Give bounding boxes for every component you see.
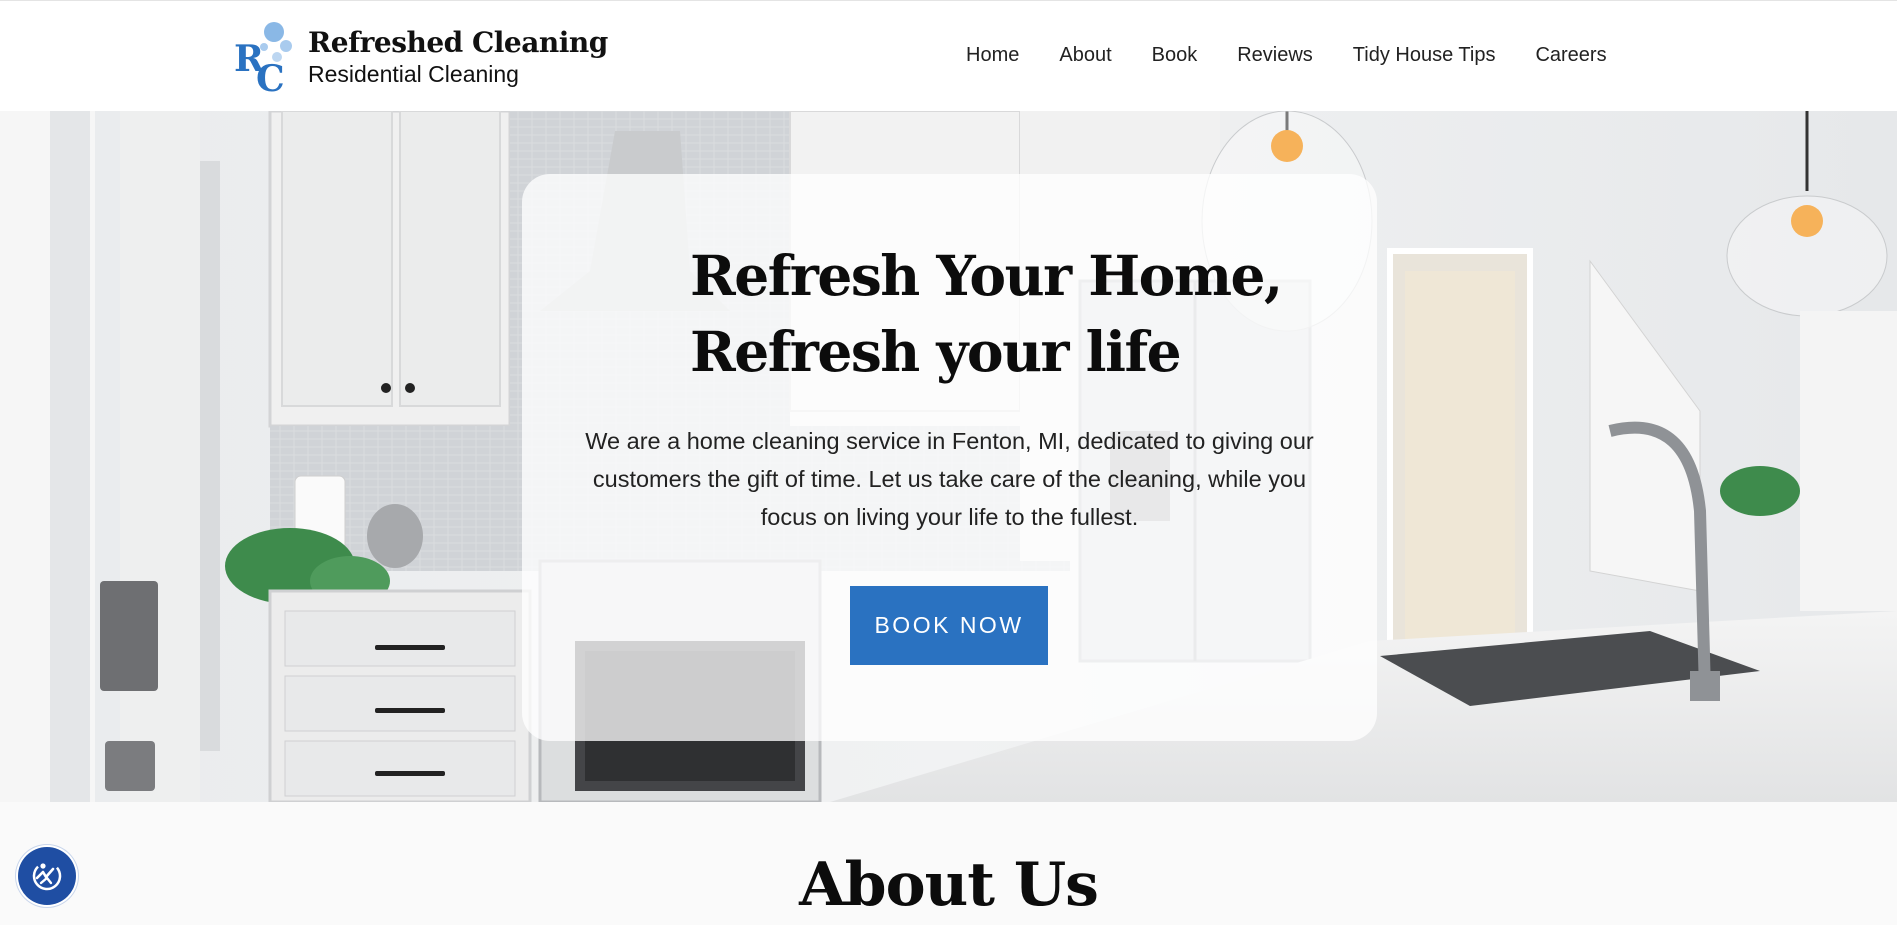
brand-name: Refreshed Cleaning xyxy=(308,26,608,59)
accessibility-button[interactable] xyxy=(18,847,76,905)
book-now-button[interactable]: BOOK NOW xyxy=(850,586,1048,665)
about-us-heading: About Us xyxy=(799,850,1099,920)
logo-icon: R C xyxy=(234,22,292,95)
hero-section: Refresh Your Home, Refresh your life We … xyxy=(0,111,1897,802)
accessibility-icon xyxy=(32,861,62,891)
nav-careers[interactable]: Careers xyxy=(1535,39,1606,71)
svg-text:C: C xyxy=(256,58,285,95)
hero-title: Refresh Your Home, Refresh your life xyxy=(690,238,1330,390)
nav-about[interactable]: About xyxy=(1059,39,1111,71)
nav-book[interactable]: Book xyxy=(1152,39,1198,71)
nav-reviews[interactable]: Reviews xyxy=(1237,39,1313,71)
nav-tidy-house-tips[interactable]: Tidy House Tips xyxy=(1353,39,1496,71)
site-header: R C Refreshed Cleaning Residential Clean… xyxy=(0,0,1897,111)
hero-description: We are a home cleaning service in Fenton… xyxy=(585,428,1314,530)
hero-title-line-2: Refresh your life xyxy=(690,319,1182,384)
nav-home[interactable]: Home xyxy=(966,39,1019,71)
main-nav: Home About Book Reviews Tidy House Tips … xyxy=(966,39,1607,71)
brand[interactable]: R C Refreshed Cleaning Residential Clean… xyxy=(234,19,608,95)
hero-card: Refresh Your Home, Refresh your life We … xyxy=(522,174,1377,741)
brand-subtitle: Residential Cleaning xyxy=(308,61,519,87)
hero-title-line-1: Refresh Your Home, xyxy=(690,243,1283,308)
